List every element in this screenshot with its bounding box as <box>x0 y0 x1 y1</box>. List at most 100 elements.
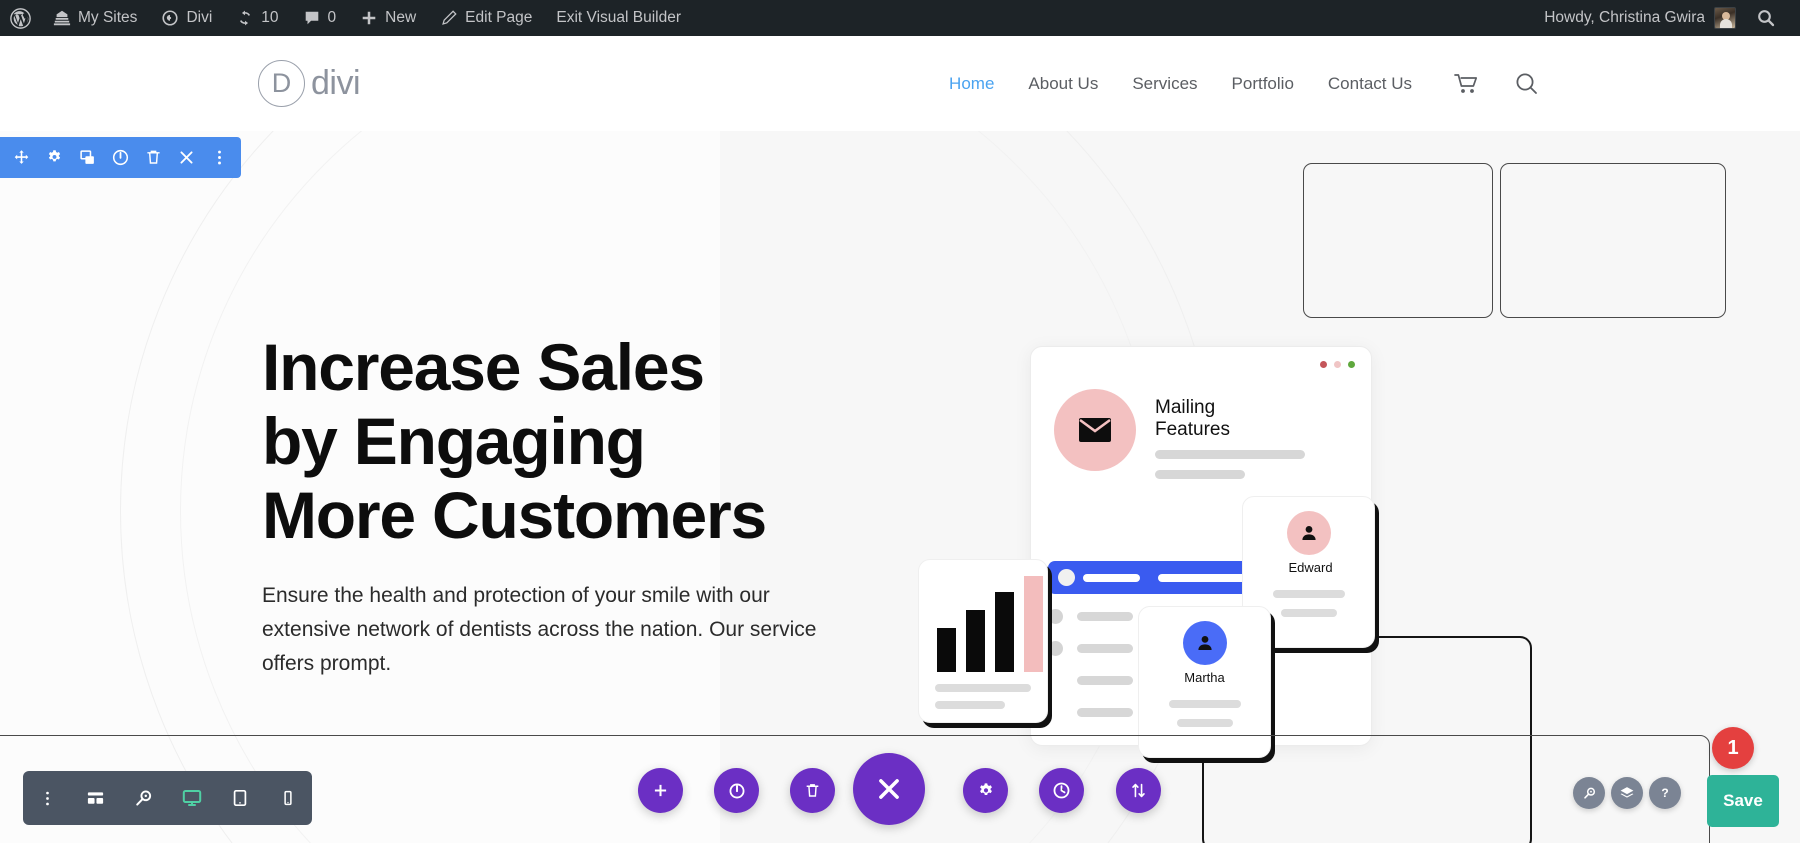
sort-button[interactable] <box>1116 768 1161 813</box>
mail-title-line-2: Features <box>1155 419 1230 441</box>
site-header: D divi Home About Us Services Portfolio … <box>0 36 1800 131</box>
disable-button[interactable] <box>714 768 759 813</box>
close-builder-button[interactable] <box>853 753 925 825</box>
view-mode-toolbar <box>23 771 312 825</box>
wordpress-icon <box>10 7 31 29</box>
adminbar-right-group: Howdy, Christina Gwira <box>1534 7 1800 29</box>
history-button[interactable] <box>1039 768 1084 813</box>
hero-paragraph: Ensure the health and protection of your… <box>262 583 817 675</box>
adminbar-label: Edit Page <box>465 9 533 26</box>
nav-item-home[interactable]: Home <box>949 74 994 94</box>
howdy-label: Howdy, Christina Gwira <box>1544 9 1705 26</box>
chart-bar <box>1024 576 1043 672</box>
bar-chart-card <box>918 559 1048 723</box>
cart-icon[interactable] <box>1454 73 1480 95</box>
nav-item-portfolio[interactable]: Portfolio <box>1232 74 1294 94</box>
adminbar-item-edit-page[interactable]: Edit Page <box>428 0 544 36</box>
mail-title-line-1: Mailing <box>1155 397 1216 418</box>
builder-column-outline-1[interactable] <box>1303 163 1493 318</box>
search-button[interactable] <box>1573 777 1605 809</box>
save-button[interactable]: Save <box>1707 775 1779 827</box>
heading-line-1: Increase Sales <box>262 330 705 404</box>
add-section-button[interactable] <box>638 768 683 813</box>
nav-item-about-us[interactable]: About Us <box>1028 74 1098 94</box>
sites-icon <box>53 9 71 27</box>
window-dot-green <box>1348 361 1355 368</box>
phone-view-icon[interactable] <box>264 771 312 825</box>
avatar <box>1714 7 1736 29</box>
skeleton-line <box>1272 589 1345 598</box>
layers-icon <box>1620 787 1634 798</box>
page-title: Increase Sales by Engaging More Customer… <box>262 330 882 553</box>
adminbar-label: Divi <box>186 9 213 26</box>
wp-logo-button[interactable] <box>0 0 41 36</box>
delete-button[interactable] <box>790 768 835 813</box>
pencil-icon <box>440 9 458 27</box>
nav-item-contact-us[interactable]: Contact Us <box>1328 74 1412 94</box>
adminbar-item-divi[interactable]: Divi <box>149 0 224 36</box>
envelope-icon <box>1078 417 1112 443</box>
logo-wordmark: divi <box>311 64 361 102</box>
user-icon <box>1299 523 1319 543</box>
skeleton-line <box>1083 573 1140 582</box>
move-handle-icon[interactable] <box>5 137 38 178</box>
window-dot-pink <box>1334 361 1341 368</box>
search-icon[interactable] <box>1514 71 1540 97</box>
search-icon <box>1756 8 1776 28</box>
window-dots <box>1320 361 1355 368</box>
chart-bar <box>966 610 985 672</box>
svg-text:?: ? <box>1661 786 1668 800</box>
person-name: Martha <box>1184 670 1225 685</box>
delete-trash-icon[interactable] <box>137 137 170 178</box>
chart-bar <box>937 628 956 672</box>
adminbar-item-my-sites[interactable]: My Sites <box>41 0 149 36</box>
user-icon <box>1195 633 1215 653</box>
wireframe-view-icon[interactable] <box>71 771 119 825</box>
wp-admin-bar: My Sites Divi 10 0 New Edit Page Exit Vi… <box>0 0 1800 36</box>
question-icon: ? <box>1661 786 1668 800</box>
comments-icon <box>303 9 321 27</box>
zoom-view-icon[interactable] <box>119 771 167 825</box>
adminbar-label: New <box>385 9 417 26</box>
nav-icon-group <box>1454 71 1540 97</box>
adminbar-label: 0 <box>327 9 337 26</box>
skeleton-line <box>1155 449 1305 459</box>
logo-mark: D <box>258 60 305 107</box>
skeleton-line <box>935 701 1005 709</box>
adminbar-item-new[interactable]: New <box>348 0 428 36</box>
mail-title-block: Mailing Features <box>1155 389 1305 479</box>
adminbar-label: 10 <box>261 9 279 26</box>
duplicate-icon[interactable] <box>71 137 104 178</box>
skeleton-line <box>1176 718 1233 727</box>
chart-bar <box>995 592 1014 672</box>
mail-icon-badge <box>1054 389 1136 471</box>
more-options-icon[interactable] <box>203 137 236 178</box>
adminbar-search-button[interactable] <box>1746 8 1790 28</box>
magnifier-icon <box>1583 787 1595 799</box>
desktop-view-icon[interactable] <box>168 771 216 825</box>
adminbar-label: My Sites <box>78 9 138 26</box>
person-name: Edward <box>1288 560 1333 575</box>
window-dot-red <box>1320 361 1327 368</box>
tablet-view-icon[interactable] <box>216 771 264 825</box>
adminbar-item-comments[interactable]: 0 <box>291 0 349 36</box>
avatar <box>1286 511 1331 555</box>
disable-power-icon[interactable] <box>104 137 137 178</box>
nav-item-services[interactable]: Services <box>1132 74 1197 94</box>
hero-copy: Increase Sales by Engaging More Customer… <box>262 330 882 681</box>
account-menu[interactable]: Howdy, Christina Gwira <box>1534 7 1746 29</box>
status-badge: 1 <box>1712 727 1754 769</box>
skeleton-line <box>1168 699 1241 708</box>
help-button[interactable]: ? <box>1649 777 1681 809</box>
site-logo[interactable]: D divi <box>258 60 361 107</box>
layers-button[interactable] <box>1611 777 1643 809</box>
close-x-icon[interactable] <box>170 137 203 178</box>
adminbar-item-updates[interactable]: 10 <box>224 0 290 36</box>
more-options-icon[interactable] <box>23 771 71 825</box>
adminbar-item-exit-visual-builder[interactable]: Exit Visual Builder <box>544 0 693 36</box>
skeleton-line <box>935 684 1031 692</box>
settings-button[interactable] <box>963 768 1008 813</box>
builder-column-outline-2[interactable] <box>1500 163 1726 318</box>
primary-nav: Home About Us Services Portfolio Contact… <box>949 71 1540 97</box>
settings-gear-icon[interactable] <box>38 137 71 178</box>
